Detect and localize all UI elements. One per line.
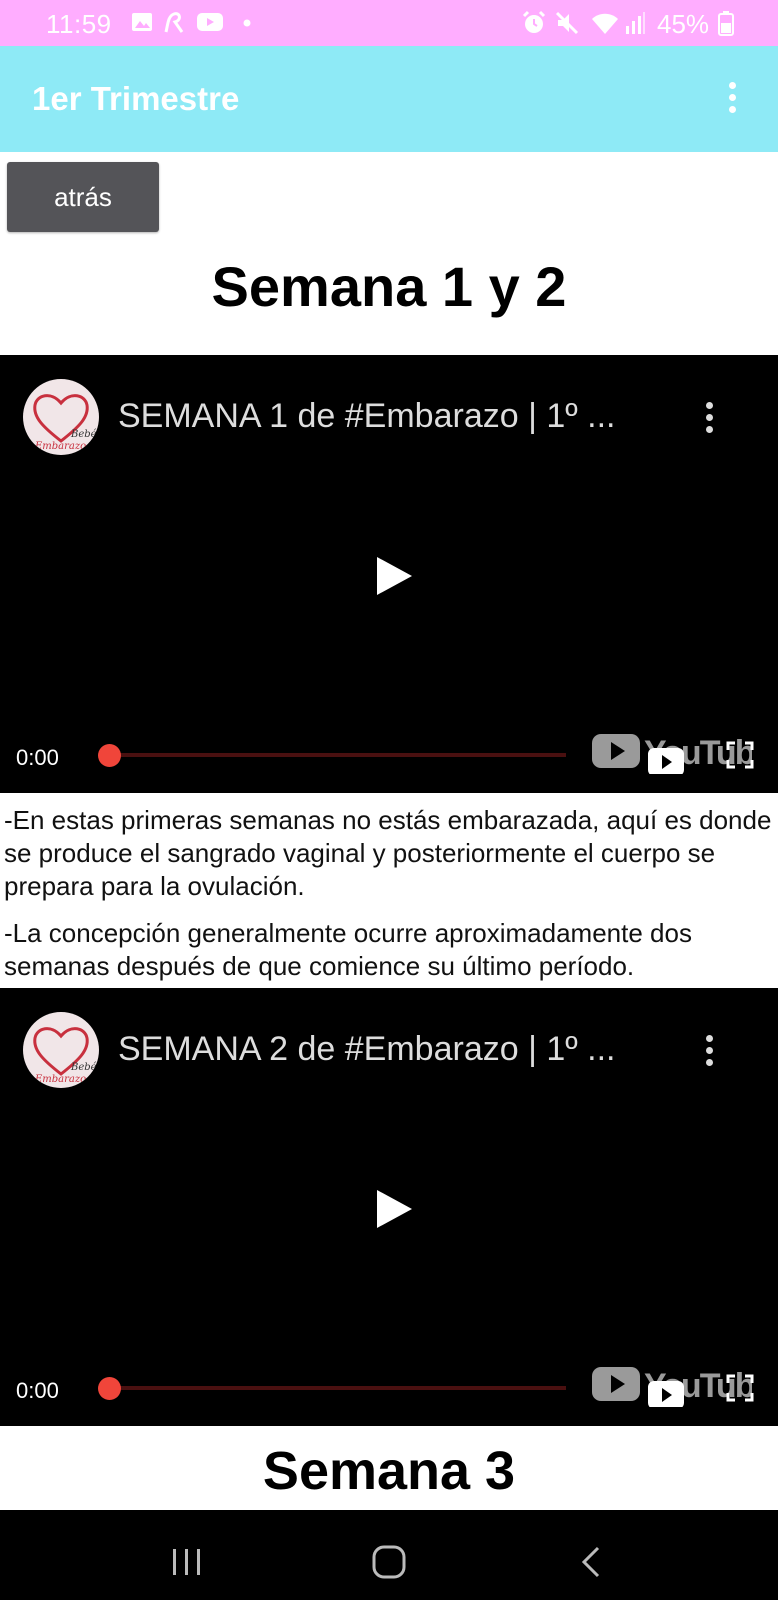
svg-text:Bebés: Bebés	[70, 1062, 99, 1073]
home-icon[interactable]	[372, 1545, 406, 1579]
page-title: 1er Trimestre	[32, 80, 240, 117]
paragraph: -La concepción generalmente ocurre aprox…	[4, 918, 692, 981]
video-player[interactable]: Bebés Embarazo SEMANA 2 de #Embarazo | 1…	[0, 988, 778, 1426]
status-bar: 11:59 45%	[0, 0, 778, 46]
app-bar: 1er Trimestre	[0, 46, 778, 152]
recents-icon[interactable]	[170, 1547, 204, 1577]
signal-icon	[626, 12, 645, 34]
mute-icon	[555, 11, 579, 35]
video-title[interactable]: SEMANA 1 de #Embarazo | 1º ...	[118, 397, 615, 436]
battery-icon	[718, 11, 734, 36]
youtube-notif-icon	[197, 13, 223, 31]
progress-track[interactable]	[110, 1386, 566, 1390]
fullscreen-icon[interactable]	[726, 741, 754, 769]
gallery-icon	[132, 13, 152, 31]
wifi-icon	[592, 13, 618, 34]
video-menu-icon[interactable]	[702, 1035, 716, 1071]
section-title: Semana 1 y 2	[211, 255, 567, 318]
video-title[interactable]: SEMANA 2 de #Embarazo | 1º ...	[118, 1030, 615, 1069]
battery-percent: 45%	[657, 9, 710, 39]
more-vert-icon[interactable]	[722, 82, 742, 118]
channel-logo[interactable]: Bebés Embarazo	[23, 379, 99, 455]
video-player[interactable]: Bebés Embarazo SEMANA 1 de #Embarazo | 1…	[0, 355, 778, 793]
svg-text:Embarazo: Embarazo	[34, 1074, 86, 1085]
video-time: 0:00	[16, 745, 59, 770]
back-button[interactable]: atrás	[7, 162, 159, 232]
progress-handle[interactable]	[98, 1377, 121, 1400]
dot-icon	[243, 19, 251, 27]
progress-handle[interactable]	[98, 744, 121, 767]
svg-text:Embarazo: Embarazo	[34, 441, 86, 452]
section-title: Semana 3	[262, 1441, 516, 1501]
paragraph: -En estas primeras semanas no estás emba…	[4, 805, 772, 901]
play-icon[interactable]	[374, 1188, 414, 1230]
video-menu-icon[interactable]	[702, 402, 716, 438]
progress-track[interactable]	[110, 753, 566, 757]
alarm-icon	[522, 10, 546, 33]
play-icon[interactable]	[374, 555, 414, 597]
svg-text:Bebés: Bebés	[70, 429, 99, 440]
video-time: 0:00	[16, 1378, 59, 1403]
r-app-icon	[164, 12, 184, 33]
fullscreen-icon[interactable]	[726, 1374, 754, 1402]
back-nav-icon[interactable]	[580, 1545, 602, 1579]
navigation-bar	[0, 1510, 778, 1600]
status-time: 11:59	[46, 9, 112, 39]
channel-logo[interactable]: Bebés Embarazo	[23, 1012, 99, 1088]
